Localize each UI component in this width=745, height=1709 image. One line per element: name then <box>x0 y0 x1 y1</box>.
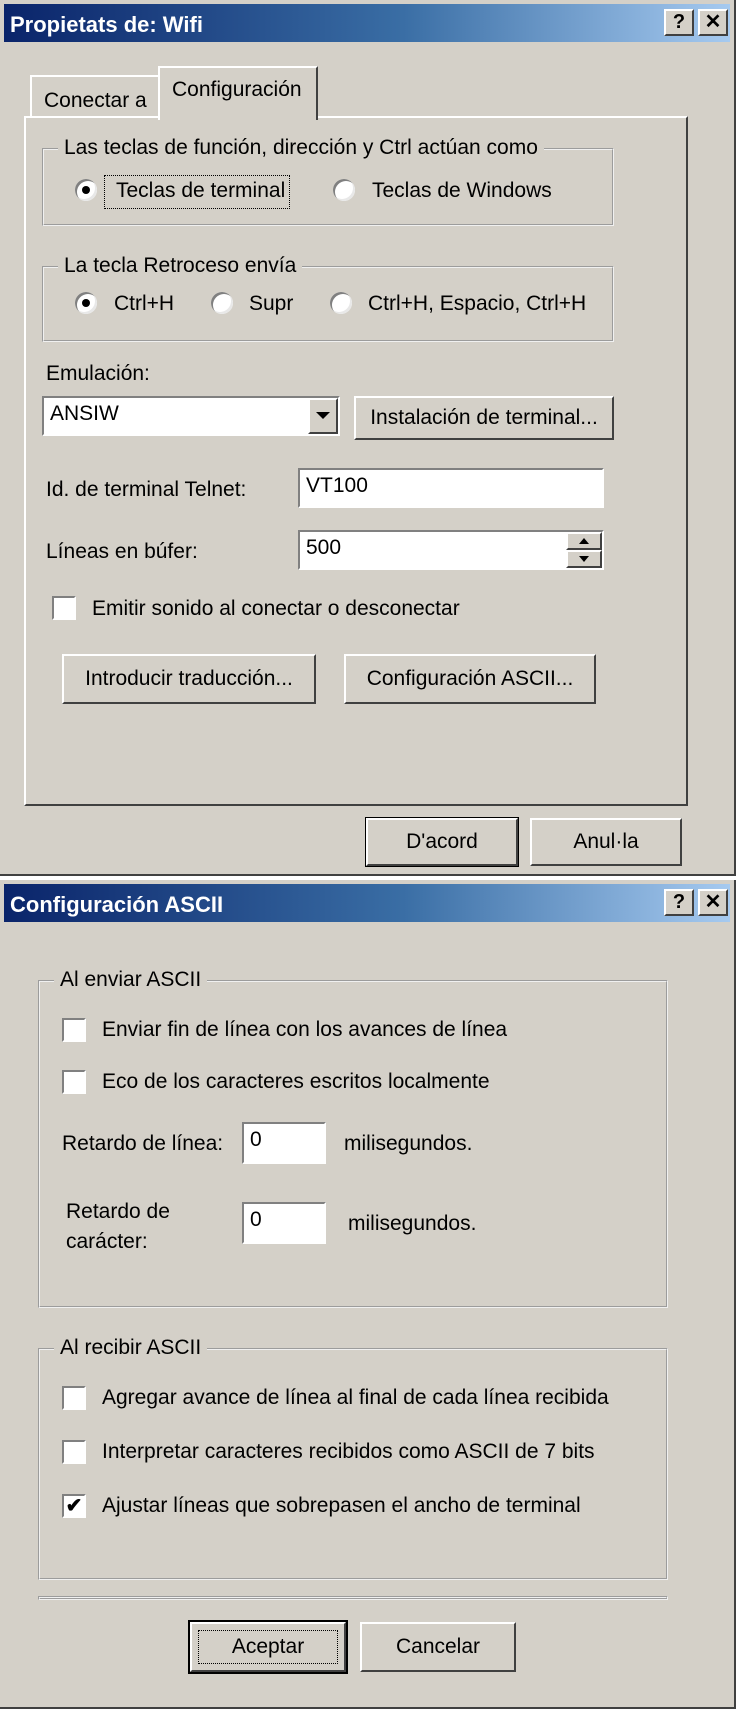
wrap-lines-label[interactable]: Ajustar líneas que sobrepasen el ancho d… <box>102 1494 581 1518</box>
title-bar[interactable]: Configuración ASCII ? ✕ <box>4 884 730 922</box>
tab-settings-label: Configuración <box>172 78 302 101</box>
buffer-lines-value: 500 <box>306 536 342 559</box>
keys-group-label: Las teclas de función, dirección y Ctrl … <box>58 136 544 160</box>
append-line-feeds-label[interactable]: Agregar avance de línea al final de cada… <box>102 1386 609 1410</box>
char-delay-value: 0 <box>250 1208 262 1231</box>
send-ascii-group-label: Al enviar ASCII <box>54 968 208 992</box>
line-delay-label: Retardo de línea: <box>62 1132 224 1155</box>
title-bar[interactable]: Propietats de: Wifi ? ✕ <box>4 4 730 42</box>
echo-local-checkbox[interactable] <box>62 1070 86 1094</box>
radio-windows-keys[interactable] <box>333 179 355 201</box>
receive-ascii-group-label: Al recibir ASCII <box>54 1336 208 1360</box>
chevron-down-icon[interactable] <box>308 398 338 434</box>
append-line-feeds-checkbox[interactable] <box>62 1386 86 1410</box>
spin-up-icon[interactable] <box>566 532 602 550</box>
emulation-select[interactable]: ANSIW <box>42 396 340 436</box>
cancel-button[interactable]: Cancelar <box>360 1622 516 1672</box>
radio-terminal-keys[interactable] <box>75 179 97 201</box>
char-delay-unit: milisegundos. <box>348 1212 477 1235</box>
radio-ctrl-h[interactable] <box>75 292 97 314</box>
terminal-setup-button[interactable]: Instalación de terminal... <box>354 396 614 440</box>
wrap-lines-checkbox[interactable]: ✔ <box>62 1494 86 1518</box>
echo-local-label[interactable]: Eco de los caracteres escritos localment… <box>102 1070 490 1094</box>
radio-supr-label[interactable]: Supr <box>249 292 293 316</box>
telnet-id-value: VT100 <box>306 474 368 497</box>
help-icon[interactable]: ? <box>664 889 694 916</box>
sound-checkbox[interactable] <box>52 596 76 620</box>
spin-down-icon[interactable] <box>566 550 602 568</box>
tab-connect-label: Conectar a <box>44 89 147 112</box>
help-icon[interactable]: ? <box>664 9 694 36</box>
send-line-ends-checkbox[interactable] <box>62 1018 86 1042</box>
receive-ascii-groupbox-placeholder <box>38 1596 668 1600</box>
backspace-group-label: La tecla Retroceso envía <box>58 254 303 278</box>
ok-button[interactable]: D'acord <box>365 817 519 867</box>
char-delay-input[interactable]: 0 <box>242 1202 326 1244</box>
radio-supr[interactable] <box>211 292 233 314</box>
tab-settings[interactable]: Configuración <box>158 66 318 120</box>
radio-windows-keys-label[interactable]: Teclas de Windows <box>372 179 552 203</box>
accept-button[interactable]: Aceptar <box>188 1620 348 1674</box>
send-line-ends-label[interactable]: Enviar fin de línea con los avances de l… <box>102 1018 507 1042</box>
force-7bit-label[interactable]: Interpretar caracteres recibidos como AS… <box>102 1440 595 1464</box>
char-delay-label: Retardo de <box>66 1200 170 1223</box>
radio-ctrl-h-space[interactable] <box>330 292 352 314</box>
buffer-lines-input[interactable]: 500 <box>298 530 604 570</box>
focus-rect <box>104 175 290 209</box>
receive-ascii-groupbox <box>38 1348 668 1580</box>
telnet-id-label: Id. de terminal Telnet: <box>46 478 247 501</box>
cancel-button[interactable]: Anul·la <box>530 818 682 866</box>
line-delay-value: 0 <box>250 1128 262 1151</box>
sound-checkbox-label[interactable]: Emitir sonido al conectar o desconectar <box>92 597 460 621</box>
accept-button-label: Aceptar <box>231 1635 305 1658</box>
line-delay-unit: milisegundos. <box>344 1132 473 1155</box>
emulation-value: ANSIW <box>50 402 119 425</box>
close-icon[interactable]: ✕ <box>698 9 728 36</box>
radio-ctrl-h-space-label[interactable]: Ctrl+H, Espacio, Ctrl+H <box>368 292 586 316</box>
dialog-title: Configuración ASCII <box>10 892 224 917</box>
close-icon[interactable]: ✕ <box>698 889 728 916</box>
ascii-setup-button[interactable]: Configuración ASCII... <box>344 654 596 704</box>
translation-button[interactable]: Introducir traducción... <box>62 654 316 704</box>
char-delay-label-2: carácter: <box>66 1230 148 1253</box>
dialog-title: Propietats de: Wifi <box>10 12 203 37</box>
radio-ctrl-h-label[interactable]: Ctrl+H <box>114 292 174 316</box>
ascii-setup-dialog: Configuración ASCII ? ✕ Al enviar ASCII … <box>0 880 736 1709</box>
terminal-properties-dialog: Propietats de: Wifi ? ✕ Conectar a Confi… <box>0 0 736 876</box>
emulation-label: Emulación: <box>46 362 150 385</box>
force-7bit-checkbox[interactable] <box>62 1440 86 1464</box>
buffer-lines-label: Líneas en búfer: <box>46 540 198 563</box>
line-delay-input[interactable]: 0 <box>242 1122 326 1164</box>
telnet-id-input[interactable]: VT100 <box>298 468 604 508</box>
tab-connect[interactable]: Conectar a <box>30 75 162 117</box>
